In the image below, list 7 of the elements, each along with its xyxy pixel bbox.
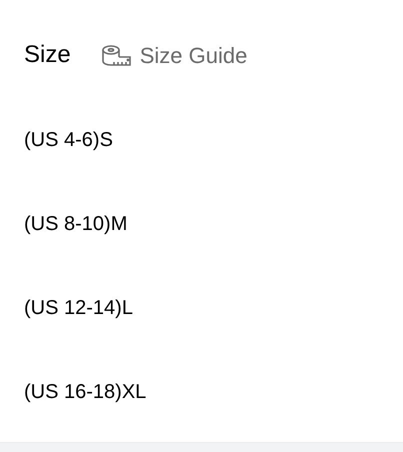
section-title: Size (24, 40, 71, 70)
size-guide-link[interactable]: Size Guide (100, 38, 248, 72)
size-option[interactable]: (US 12-14)L (24, 293, 133, 323)
size-option[interactable]: (US 16-18)XL (24, 377, 146, 407)
measuring-tape-icon (100, 44, 132, 66)
size-option[interactable]: (US 8-10)M (24, 209, 128, 239)
size-option[interactable]: (US 4-6)S (24, 125, 113, 155)
